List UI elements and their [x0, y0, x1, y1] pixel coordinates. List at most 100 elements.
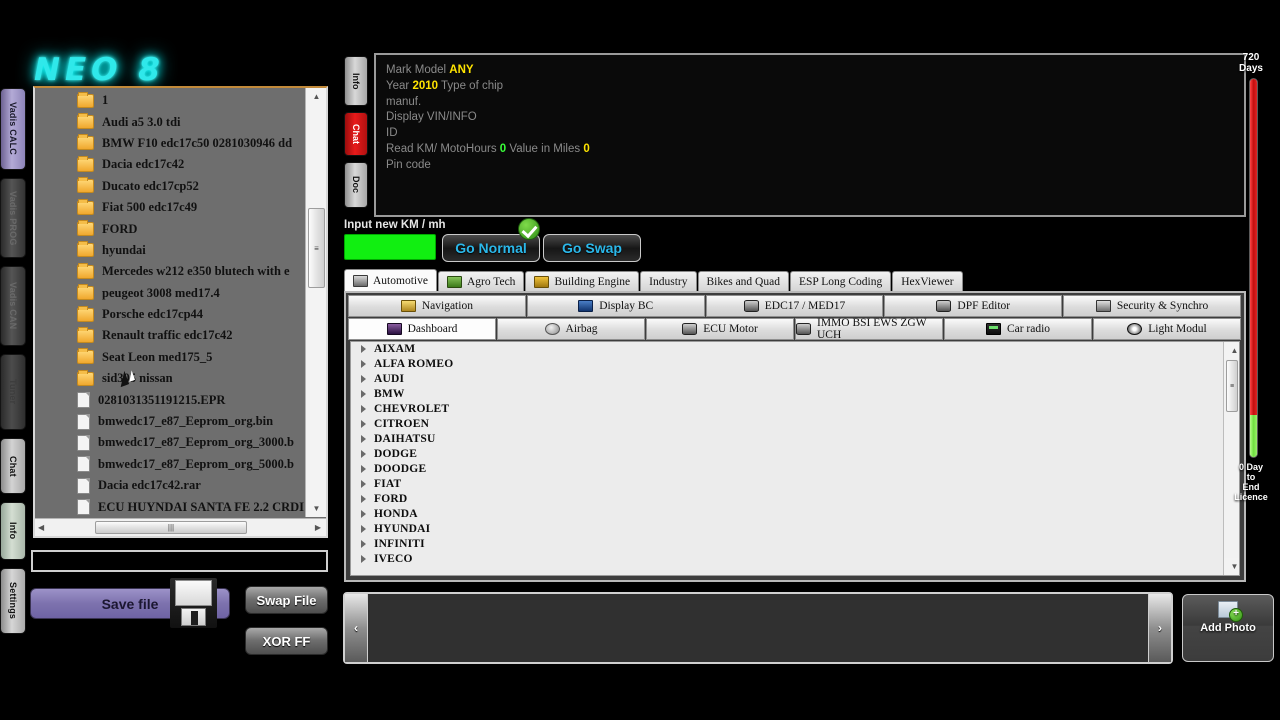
expand-triangle-icon[interactable]: [361, 360, 366, 369]
brand-list-item[interactable]: DAIHATSU: [351, 432, 1239, 447]
scroll-left-icon[interactable]: ◀: [38, 523, 44, 532]
expand-triangle-icon[interactable]: [361, 494, 366, 503]
expand-triangle-icon[interactable]: [361, 405, 366, 414]
brand-list-item[interactable]: FORD: [351, 491, 1239, 506]
category-edc17-med17[interactable]: EDC17 / MED17: [705, 295, 884, 317]
category-airbag[interactable]: Airbag: [497, 318, 645, 340]
expand-triangle-icon[interactable]: [361, 464, 366, 473]
tab-info[interactable]: Info: [344, 56, 368, 106]
sidebar-tab-vadis-prog[interactable]: Vadis PROG: [0, 178, 26, 258]
file-list-horizontal-scrollbar[interactable]: ◀ ||| ▶: [35, 518, 326, 536]
file-list-item[interactable]: 1: [35, 90, 304, 111]
brand-tree-view[interactable]: AIXAM ALFA ROMEO AUDI BMW CHEVROLET CITROEN DA…: [350, 341, 1240, 576]
category-car-radio[interactable]: Car radio: [944, 318, 1092, 340]
brand-list-item[interactable]: DOODGE: [351, 462, 1239, 477]
brand-list-item[interactable]: BMW: [351, 387, 1239, 402]
scroll-up-icon[interactable]: ▲: [1224, 342, 1239, 359]
file-list-item[interactable]: Dacia edc17c42.rar: [35, 475, 304, 496]
add-photo-button[interactable]: Add Photo: [1182, 594, 1274, 662]
tab-doc[interactable]: Doc: [344, 162, 368, 208]
domain-tab-hexviewer[interactable]: HexViewer: [892, 271, 963, 292]
brand-list-scrollbar[interactable]: ▲ ≡ ▼: [1223, 342, 1239, 575]
sidebar-tab-info[interactable]: Info: [0, 502, 26, 560]
sidebar-tab-settings[interactable]: Settings: [0, 568, 26, 634]
tab-chat[interactable]: Chat: [344, 112, 368, 156]
file-list-item[interactable]: FORD: [35, 218, 304, 239]
file-list-item[interactable]: bmwedc17_e87_Eeprom_org_3000.b: [35, 432, 304, 453]
category-navigation[interactable]: Navigation: [348, 295, 526, 317]
scrollbar-thumb[interactable]: ≡: [308, 208, 325, 288]
domain-tab-industry[interactable]: Industry: [640, 271, 697, 292]
category-light-modul[interactable]: Light Modul: [1093, 318, 1241, 340]
scrollbar-thumb-horizontal[interactable]: |||: [95, 521, 247, 534]
km-input-field[interactable]: [344, 234, 436, 260]
expand-triangle-icon[interactable]: [361, 539, 366, 548]
file-list-item[interactable]: Audi a5 3.0 tdi: [35, 111, 304, 132]
scroll-down-icon[interactable]: ▼: [1224, 558, 1239, 575]
expand-triangle-icon[interactable]: [361, 390, 366, 399]
file-list-item[interactable]: BMW F10 edc17c50 0281030946 dd: [35, 133, 304, 154]
photo-strip-body[interactable]: [367, 594, 1149, 662]
expand-triangle-icon[interactable]: [361, 554, 366, 563]
brand-list[interactable]: AIXAM ALFA ROMEO AUDI BMW CHEVROLET CITROEN DA…: [351, 342, 1239, 566]
brand-list-item[interactable]: HONDA: [351, 506, 1239, 521]
brand-list-item[interactable]: DODGE: [351, 447, 1239, 462]
domain-tab-agro-tech[interactable]: Agro Tech: [437, 271, 525, 292]
category-display-bc[interactable]: Display BC: [526, 295, 705, 317]
domain-tab-esp-long-coding[interactable]: ESP Long Coding: [789, 271, 892, 292]
sidebar-tab-vadis-can[interactable]: Vadis CAN: [0, 266, 26, 346]
file-list-item[interactable]: peugeot 3008 med17.4: [35, 283, 304, 304]
go-swap-button[interactable]: Go Swap: [543, 234, 641, 262]
domain-tab-building-engine[interactable]: Building Engine: [525, 271, 640, 292]
photo-prev-button[interactable]: ‹: [345, 594, 367, 662]
file-list-vertical-scrollbar[interactable]: ▲ ≡ ▼: [305, 88, 326, 517]
category-dashboard[interactable]: Dashboard: [348, 318, 496, 340]
expand-triangle-icon[interactable]: [361, 375, 366, 384]
sidebar-tab-tuner[interactable]: Tuner: [0, 354, 26, 430]
expand-triangle-icon[interactable]: [361, 509, 366, 518]
scroll-right-icon[interactable]: ▶: [315, 523, 321, 532]
domain-tab-automotive[interactable]: Automotive: [344, 269, 437, 292]
file-list-item[interactable]: Renault traffic edc17c42: [35, 325, 304, 346]
brand-list-item[interactable]: IVECO: [351, 551, 1239, 566]
brand-list-item[interactable]: INFINITI: [351, 536, 1239, 551]
brand-list-item[interactable]: CHEVROLET: [351, 402, 1239, 417]
category-ecu-motor[interactable]: ECU Motor: [646, 318, 794, 340]
file-list-item[interactable]: Dacia edc17c42: [35, 154, 304, 175]
file-list-item[interactable]: Fiat 500 edc17c49: [35, 197, 304, 218]
file-list-item[interactable]: 0281031351191215.EPR: [35, 389, 304, 410]
file-list[interactable]: 1 Audi a5 3.0 tdi BMW F10 edc17c50 0281030…: [35, 90, 304, 516]
file-list-item[interactable]: sid305 nissan: [35, 368, 304, 389]
brand-list-item[interactable]: ALFA ROMEO: [351, 357, 1239, 372]
swap-file-button[interactable]: Swap File: [245, 586, 328, 614]
category-dpf-editor[interactable]: DPF Editor: [884, 295, 1063, 317]
file-list-item[interactable]: bmwedc17_e87_Eeprom_org.bin: [35, 411, 304, 432]
sidebar-tab-chat[interactable]: Chat: [0, 438, 26, 494]
file-list-item[interactable]: Mercedes w212 e350 blutech with e: [35, 261, 304, 282]
scrollbar-thumb[interactable]: ≡: [1226, 360, 1238, 412]
domain-tab-bikes-and-quad[interactable]: Bikes and Quad: [697, 271, 789, 292]
file-list-item[interactable]: Porsche edc17cp44: [35, 304, 304, 325]
expand-triangle-icon[interactable]: [361, 450, 366, 459]
file-list-item[interactable]: hyundai: [35, 240, 304, 261]
photo-next-button[interactable]: ›: [1149, 594, 1171, 662]
file-name-input[interactable]: [31, 550, 328, 572]
brand-list-item[interactable]: FIAT: [351, 476, 1239, 491]
brand-list-item[interactable]: HYUNDAI: [351, 521, 1239, 536]
expand-triangle-icon[interactable]: [361, 479, 366, 488]
expand-triangle-icon[interactable]: [361, 524, 366, 533]
category-immo-bsi-ews-zgw-uch[interactable]: IMMO BSI EWS ZGW UCH: [795, 317, 943, 341]
file-list-item[interactable]: ECU HUYNDAI SANTA FE 2.2 CRDI.E: [35, 496, 304, 516]
xor-ff-button[interactable]: XOR FF: [245, 627, 328, 655]
expand-triangle-icon[interactable]: [361, 345, 366, 354]
scroll-down-icon[interactable]: ▼: [306, 500, 326, 517]
file-list-item[interactable]: Seat Leon med175_5: [35, 347, 304, 368]
scroll-up-icon[interactable]: ▲: [306, 88, 326, 105]
expand-triangle-icon[interactable]: [361, 435, 366, 444]
category-security-synchro[interactable]: Security & Synchro: [1063, 295, 1241, 317]
file-list-item[interactable]: bmwedc17_e87_Eeprom_org_5000.b: [35, 454, 304, 475]
brand-list-item[interactable]: AUDI: [351, 372, 1239, 387]
sidebar-tab-vadis-calc[interactable]: Vadis CALC: [0, 88, 26, 170]
expand-triangle-icon[interactable]: [361, 420, 366, 429]
brand-list-item[interactable]: CITROEN: [351, 417, 1239, 432]
